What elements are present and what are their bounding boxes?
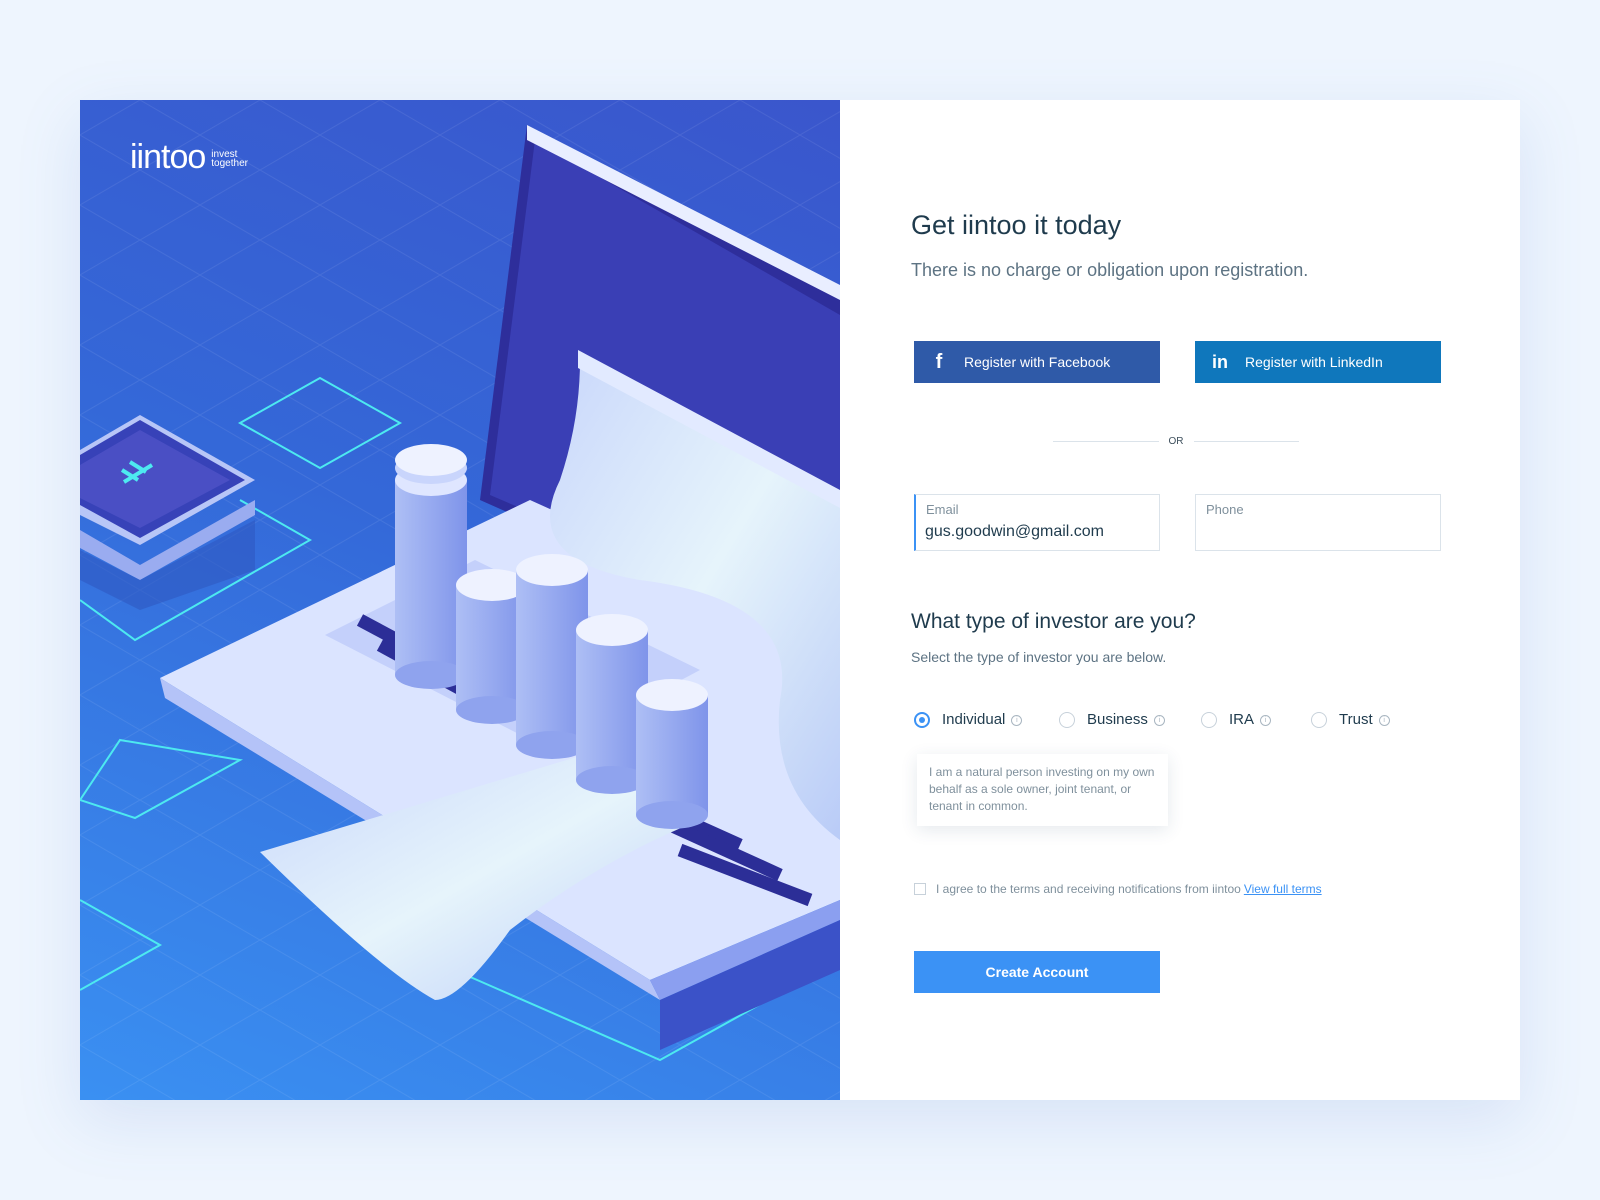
email-input[interactable]	[925, 521, 1150, 543]
page-subtitle: There is no charge or obligation upon re…	[911, 260, 1309, 280]
radio-ira-label: IRA	[1229, 711, 1255, 728]
terms-text: I agree to the terms and receiving notif…	[936, 882, 1241, 896]
create-account-button[interactable]: Create Account	[914, 951, 1160, 993]
divider-line-left	[1053, 440, 1159, 442]
view-full-terms-link[interactable]: View full terms	[1244, 882, 1322, 896]
phone-field[interactable]: Phone	[1195, 494, 1441, 551]
investor-type-subtitle: Select the type of investor you are belo…	[911, 649, 1167, 665]
facebook-icon: f	[935, 350, 943, 373]
info-icon[interactable]: i	[1378, 715, 1390, 726]
info-icon[interactable]: i	[1153, 715, 1165, 726]
email-label: Email	[926, 502, 959, 517]
logo-tagline: invest together	[211, 150, 248, 169]
radio-business[interactable]: Business i	[1059, 711, 1165, 728]
radio-business-label: Business	[1087, 711, 1148, 728]
logo-tagline-line-2: together	[211, 158, 248, 169]
radio-trust[interactable]: Trust i	[1311, 711, 1390, 728]
registration-card: iintoo invest together Get iintoo it tod…	[80, 100, 1520, 1100]
radio-ira[interactable]: IRA i	[1201, 711, 1272, 728]
radio-individual[interactable]: Individual i	[914, 711, 1023, 728]
radio-ira-button[interactable]	[1201, 711, 1217, 728]
terms-agreement: I agree to the terms and receiving notif…	[914, 882, 1322, 896]
info-icon[interactable]: i	[1011, 715, 1023, 726]
registration-form: Get iintoo it today There is no charge o…	[840, 100, 1520, 1100]
linkedin-icon: in	[1212, 351, 1228, 372]
iintoo-logo[interactable]: iintoo invest together	[130, 140, 248, 174]
page-title: Get iintoo it today	[911, 210, 1122, 240]
email-field[interactable]: Email	[914, 494, 1160, 551]
logo-wordmark: iintoo	[130, 138, 206, 176]
radio-individual-label: Individual	[942, 711, 1006, 728]
info-icon[interactable]: i	[1260, 715, 1272, 726]
register-linkedin-button[interactable]: in Register with LinkedIn	[1195, 341, 1441, 383]
investor-type-title: What type of investor are you?	[911, 610, 1196, 633]
phone-input[interactable]	[1205, 521, 1430, 543]
hero-illustration-panel: iintoo invest together	[80, 100, 840, 1100]
register-linkedin-label: Register with LinkedIn	[1245, 354, 1383, 370]
radio-individual-button[interactable]	[914, 711, 930, 728]
radio-business-button[interactable]	[1059, 711, 1075, 728]
phone-label: Phone	[1206, 502, 1244, 517]
or-divider: OR	[1053, 435, 1299, 447]
isometric-laptop-illustration	[80, 100, 840, 1100]
terms-checkbox[interactable]	[914, 883, 926, 895]
register-facebook-button[interactable]: f Register with Facebook	[914, 341, 1160, 383]
investor-type-tooltip: I am a natural person investing on my ow…	[917, 754, 1168, 826]
radio-trust-button[interactable]	[1311, 711, 1327, 728]
register-facebook-label: Register with Facebook	[964, 354, 1111, 370]
or-label: OR	[1168, 435, 1184, 447]
radio-trust-label: Trust	[1339, 711, 1373, 728]
divider-line-right	[1193, 440, 1299, 442]
